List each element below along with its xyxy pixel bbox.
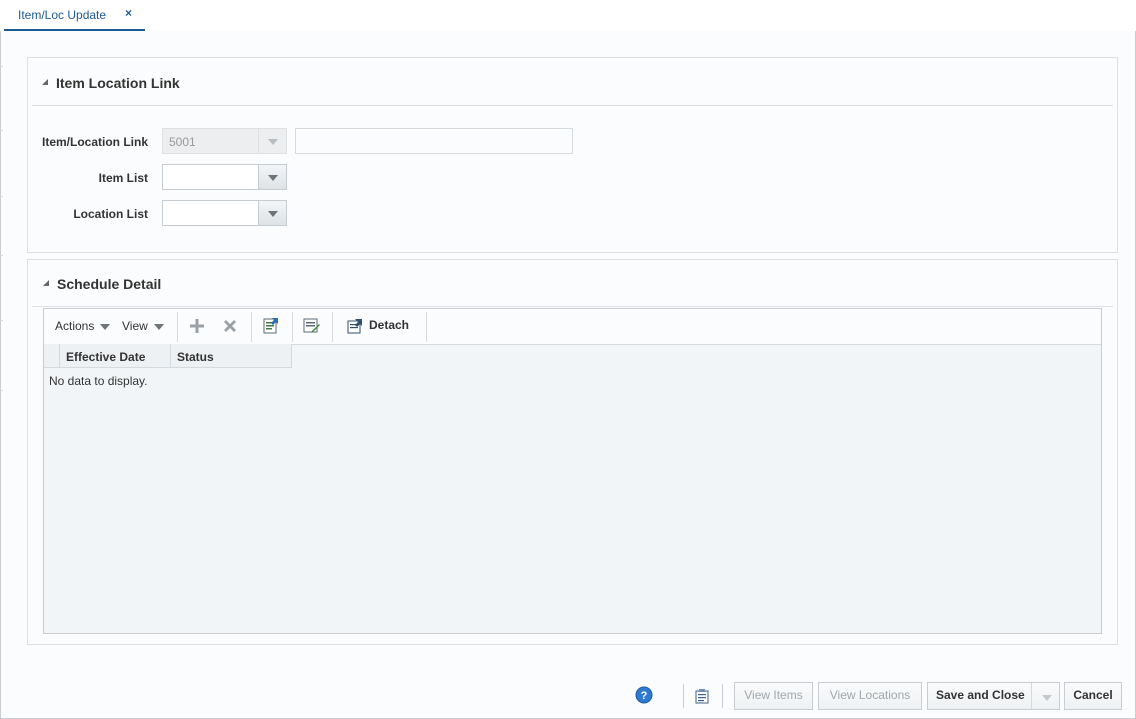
chevron-down-icon [258, 129, 286, 153]
collapse-icon[interactable] [42, 79, 48, 86]
item-location-link-description [295, 128, 573, 154]
chevron-down-icon[interactable] [258, 165, 286, 189]
schedule-detail-header[interactable]: Schedule Detail [43, 276, 161, 296]
divider [32, 105, 1113, 106]
column-effective-date[interactable]: Effective Date [60, 344, 171, 368]
actions-label: Actions [55, 319, 95, 333]
svg-text:?: ? [641, 690, 648, 702]
schedule-detail-title: Schedule Detail [57, 276, 162, 292]
actions-menu[interactable]: Actions [55, 319, 111, 333]
add-icon[interactable] [189, 318, 205, 334]
location-list-label: Location List [73, 207, 148, 221]
item-location-title: Item Location Link [56, 75, 180, 91]
table-toolbar: Actions View Detach [44, 309, 1101, 345]
footer-separator [722, 684, 723, 708]
chevron-down-icon[interactable] [258, 201, 286, 225]
tab-item-loc-update[interactable]: Item/Loc Update × [4, 0, 145, 31]
item-location-link-combo: 5001 [162, 128, 287, 154]
detach-button[interactable]: Detach [369, 318, 409, 332]
view-menu[interactable]: View [122, 319, 164, 333]
view-label: View [122, 319, 148, 333]
save-options-dropdown[interactable] [1031, 683, 1061, 709]
column-status[interactable]: Status [171, 344, 292, 368]
delete-icon[interactable] [222, 318, 238, 334]
schedule-table: Actions View Detach Effective Date Statu… [43, 308, 1102, 634]
toolbar-separator [332, 312, 333, 342]
item-location-header[interactable]: Item Location Link [42, 75, 180, 95]
toolbar-separator [426, 312, 427, 342]
chevron-down-icon [100, 323, 111, 330]
save-and-close-button[interactable]: Save and Close [927, 682, 1060, 710]
collapse-icon[interactable] [43, 280, 49, 287]
export-icon[interactable] [262, 317, 280, 335]
toolbar-separator [292, 312, 293, 342]
view-locations-button[interactable]: View Locations [818, 682, 922, 710]
item-list-combo[interactable] [162, 164, 287, 190]
toolbar-separator [177, 312, 178, 342]
help-icon[interactable]: ? [635, 686, 653, 704]
cancel-button[interactable]: Cancel [1064, 682, 1122, 710]
item-location-panel: Item Location Link Item/Location Link 50… [27, 57, 1118, 253]
row-selector-column [44, 344, 60, 368]
tab-label: Item/Loc Update [18, 8, 107, 22]
edit-icon[interactable] [303, 317, 321, 335]
detach-icon[interactable] [347, 318, 363, 334]
toolbar-separator [251, 312, 252, 342]
item-location-link-value: 5001 [169, 135, 196, 149]
notes-icon[interactable] [693, 687, 711, 705]
empty-table-message: No data to display. [49, 374, 148, 388]
view-items-button[interactable]: View Items [734, 682, 813, 710]
chevron-down-icon [1042, 695, 1052, 701]
item-list-label: Item List [98, 171, 148, 185]
save-and-close-label: Save and Close [936, 688, 1025, 702]
tab-strip: Item/Loc Update × [0, 0, 1136, 31]
item-location-link-label: Item/Location Link [41, 135, 148, 149]
divider [32, 306, 1113, 307]
close-icon[interactable]: × [125, 6, 132, 20]
location-list-combo[interactable] [162, 200, 287, 226]
footer-separator [683, 684, 684, 708]
chevron-down-icon [153, 323, 164, 330]
